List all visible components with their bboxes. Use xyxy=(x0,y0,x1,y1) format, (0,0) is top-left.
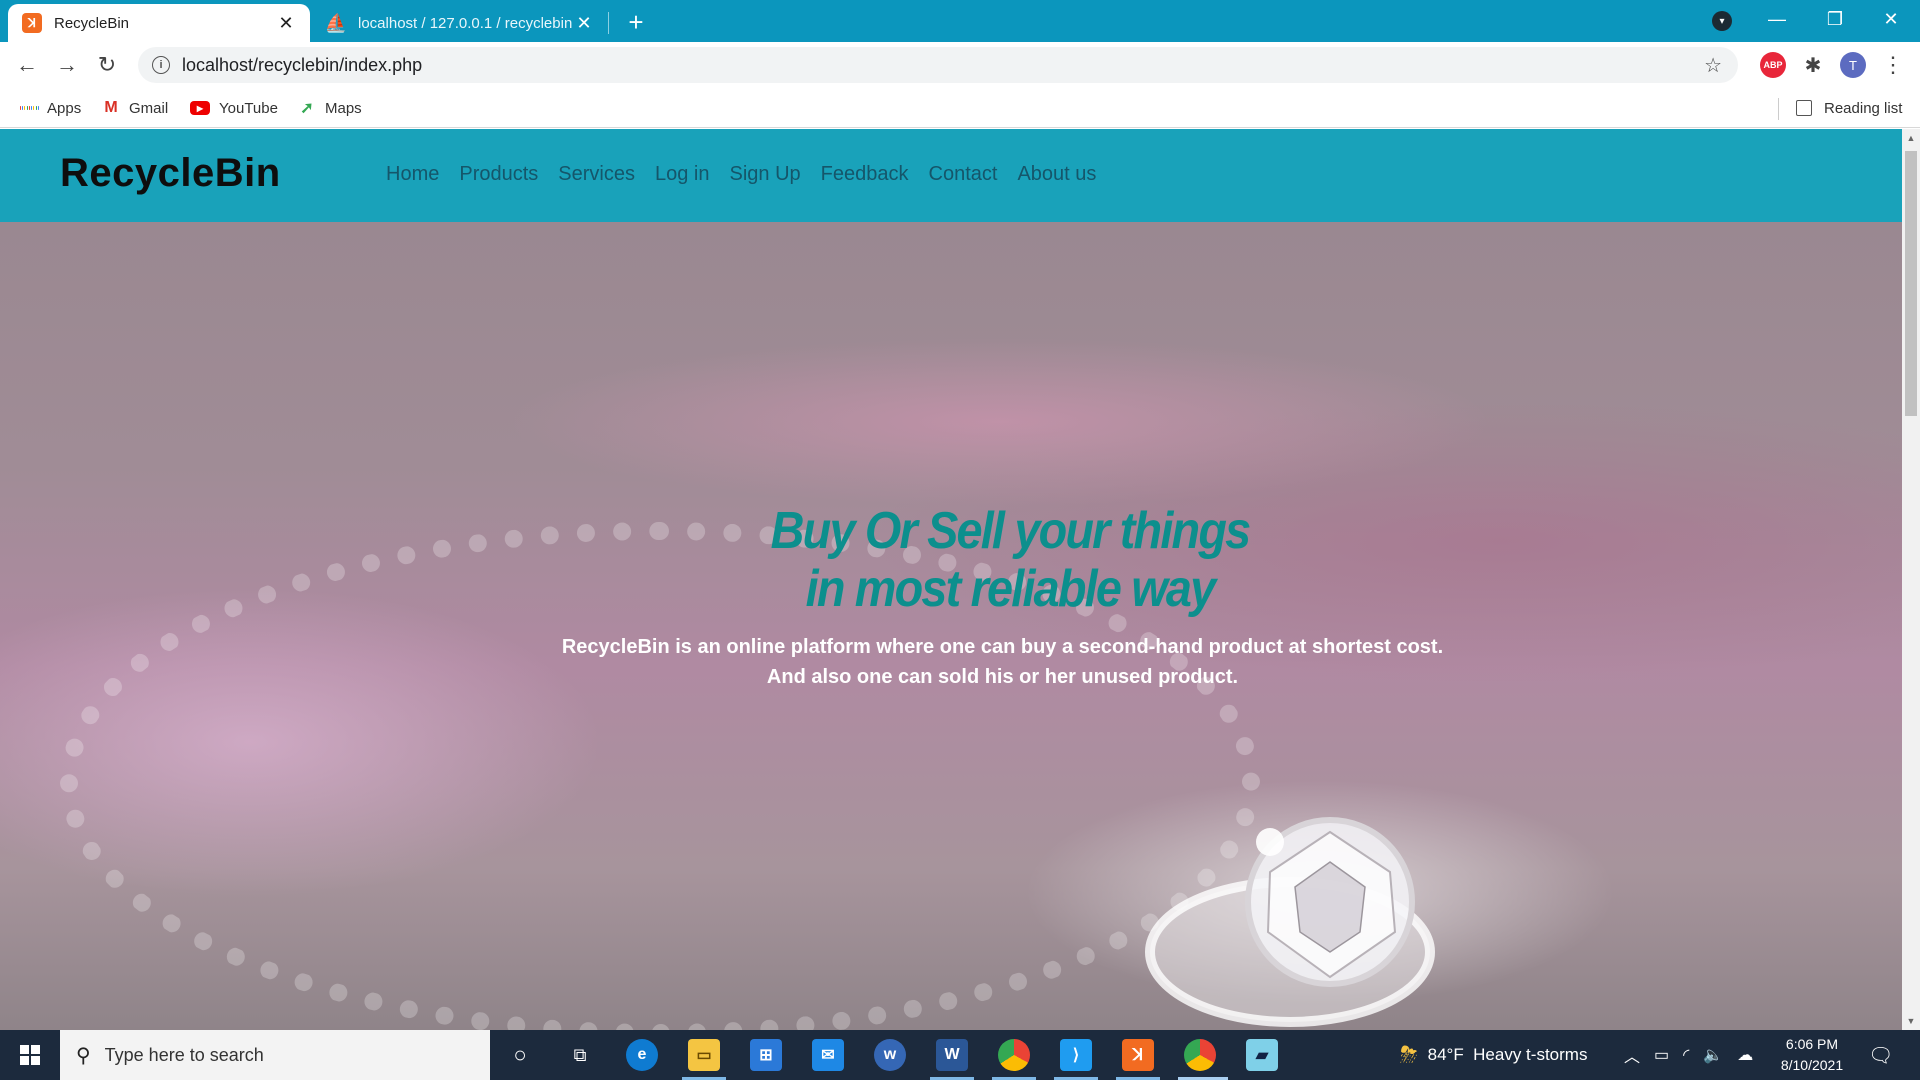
hero-banner: Buy Or Sell your things in most reliable… xyxy=(0,222,1902,1030)
word-icon[interactable]: W xyxy=(936,1039,968,1071)
search-icon: ⚲ xyxy=(76,1044,91,1067)
volume-icon[interactable]: 🔈 xyxy=(1703,1045,1723,1065)
tab-phpmyadmin[interactable]: ⛵ localhost / 127.0.0.1 / recyclebin ✕ xyxy=(312,4,608,42)
address-bar[interactable]: i localhost/recyclebin/index.php ☆ xyxy=(138,47,1738,83)
store-icon[interactable]: ⊞ xyxy=(750,1039,782,1071)
scroll-down-arrow-icon[interactable]: ▼ xyxy=(1902,1014,1920,1028)
new-tab-button[interactable]: + xyxy=(622,7,650,37)
bookmark-label: Maps xyxy=(325,99,362,117)
browser-toolbar: ← → ↻ i localhost/recyclebin/index.php ☆… xyxy=(0,42,1920,88)
hero-title: Buy Or Sell your things in most reliable… xyxy=(605,502,1415,618)
close-tab-icon[interactable]: ✕ xyxy=(574,13,594,33)
forward-button[interactable]: → xyxy=(52,50,82,80)
minimize-button[interactable]: — xyxy=(1748,0,1806,38)
gmail-icon: M xyxy=(104,99,118,116)
clock-date: 8/10/2021 xyxy=(1780,1057,1844,1073)
windows-logo-icon xyxy=(20,1045,40,1065)
bookmarks-divider xyxy=(1778,98,1779,120)
task-view-icon[interactable]: ⧉ xyxy=(564,1039,596,1071)
start-button[interactable] xyxy=(0,1030,60,1080)
hero-title-line2: in most reliable way xyxy=(805,560,1217,618)
scroll-up-arrow-icon[interactable]: ▲ xyxy=(1902,131,1920,145)
tab-separator xyxy=(608,12,609,34)
show-hidden-icons-icon[interactable]: ︿ xyxy=(1624,1043,1640,1067)
nav-link-services[interactable]: Services xyxy=(558,163,635,186)
bookmark-apps[interactable]: Apps xyxy=(20,96,81,120)
weather-widget[interactable]: ⛈ 84°F Heavy t-storms xyxy=(1400,1030,1587,1080)
system-tray: ︿ ▭ ◜ 🔈 ☁ xyxy=(1624,1030,1753,1080)
windows-taskbar: ⚲ Type here to search ○ ⧉ e ▭ ⊞ ✉ w W ⟩ … xyxy=(0,1030,1920,1080)
profile-avatar[interactable]: T xyxy=(1840,52,1866,78)
clock-time: 6:06 PM xyxy=(1785,1036,1839,1052)
taskbar-search-box[interactable]: ⚲ Type here to search xyxy=(60,1030,490,1080)
nav-link-feedback[interactable]: Feedback xyxy=(821,163,909,186)
xampp-icon: ꓘ xyxy=(22,13,42,33)
nav-link-about[interactable]: About us xyxy=(1017,163,1096,186)
bookmark-label: Apps xyxy=(47,99,82,117)
back-button[interactable]: ← xyxy=(12,50,42,80)
nav-link-products[interactable]: Products xyxy=(459,163,538,186)
wordweb-icon[interactable]: w xyxy=(874,1039,906,1071)
hero-title-line1: Buy Or Sell your things xyxy=(770,502,1251,560)
diamond-ring-image xyxy=(1145,817,1435,1027)
site-brand-logo[interactable]: RecycleBin xyxy=(60,151,281,196)
phpmyadmin-icon: ⛵ xyxy=(324,12,348,33)
url-text: localhost/recyclebin/index.php xyxy=(182,54,423,75)
bookmark-maps[interactable]: ➚ Maps xyxy=(298,96,362,120)
edge-icon[interactable]: e xyxy=(626,1039,658,1071)
hero-description: RecycleBin is an online platform where o… xyxy=(561,636,1444,688)
search-placeholder: Type here to search xyxy=(104,1044,264,1065)
extensions-icon[interactable]: ✱ xyxy=(1800,52,1826,78)
bookmark-star-icon[interactable]: ☆ xyxy=(1704,53,1722,78)
notepad-icon[interactable]: ▰ xyxy=(1246,1039,1278,1071)
apps-grid-icon xyxy=(20,99,38,117)
bookmark-youtube[interactable]: ▶ YouTube xyxy=(190,96,278,120)
tab-search-button[interactable]: ▾ xyxy=(1712,11,1732,31)
main-nav: Home Products Services Log in Sign Up Fe… xyxy=(386,163,1096,186)
chrome-icon[interactable] xyxy=(998,1039,1030,1071)
bookmark-label: Gmail xyxy=(129,99,169,117)
bookmark-gmail[interactable]: M Gmail xyxy=(102,96,168,120)
page-scrollbar[interactable]: ▲ ▼ xyxy=(1902,129,1920,1030)
profile-initial: T xyxy=(1849,57,1857,73)
maps-icon: ➚ xyxy=(300,100,314,117)
cortana-icon[interactable]: ○ xyxy=(504,1039,536,1071)
reading-list-icon xyxy=(1796,100,1812,116)
file-explorer-icon[interactable]: ▭ xyxy=(688,1039,720,1071)
nav-link-login[interactable]: Log in xyxy=(655,163,710,186)
onedrive-icon[interactable]: ☁ xyxy=(1737,1045,1753,1065)
browser-tab-strip: ꓘ RecycleBin ✕ ⛵ localhost / 127.0.0.1 /… xyxy=(0,0,1920,42)
nav-link-signup[interactable]: Sign Up xyxy=(730,163,801,186)
chrome-profile-icon[interactable] xyxy=(1184,1039,1216,1071)
tab-title: localhost / 127.0.0.1 / recyclebin xyxy=(358,14,573,32)
nav-link-home[interactable]: Home xyxy=(386,163,439,186)
reading-list-button[interactable]: Reading list xyxy=(1796,96,1902,120)
notifications-icon[interactable]: 🗨 xyxy=(1868,1030,1893,1080)
site-info-icon[interactable]: i xyxy=(152,56,170,74)
bookmark-label: YouTube xyxy=(219,99,278,117)
nav-link-contact[interactable]: Contact xyxy=(929,163,998,186)
close-window-button[interactable]: ✕ xyxy=(1862,0,1920,38)
vscode-icon[interactable]: ⟩ xyxy=(1060,1039,1092,1071)
abp-label: ABP xyxy=(1763,60,1783,70)
reload-button[interactable]: ↻ xyxy=(92,50,122,80)
scrollbar-thumb[interactable] xyxy=(1905,151,1917,416)
reading-list-label: Reading list xyxy=(1824,99,1903,117)
menu-icon[interactable]: ⋮ xyxy=(1880,52,1906,78)
bookmarks-bar: Apps M Gmail ▶ YouTube ➚ Maps Reading li… xyxy=(0,88,1920,128)
storm-weather-icon: ⛈ xyxy=(1400,1042,1418,1067)
tab-recyclebin[interactable]: ꓘ RecycleBin ✕ xyxy=(8,4,310,42)
adblock-plus-icon[interactable]: ABP xyxy=(1760,52,1786,78)
tab-title: RecycleBin xyxy=(54,14,130,32)
site-navbar: RecycleBin Home Products Services Log in… xyxy=(0,129,1902,222)
weather-text: 84°F Heavy t-storms xyxy=(1427,1045,1588,1064)
mail-icon[interactable]: ✉ xyxy=(812,1039,844,1071)
taskbar-clock[interactable]: 6:06 PM 8/10/2021 xyxy=(1766,1034,1858,1076)
restore-button[interactable]: ❐ xyxy=(1806,0,1864,38)
youtube-icon: ▶ xyxy=(190,101,210,115)
battery-icon[interactable]: ▭ xyxy=(1654,1045,1669,1065)
wifi-icon[interactable]: ◜ xyxy=(1683,1045,1689,1065)
close-tab-icon[interactable]: ✕ xyxy=(276,13,296,33)
xampp-icon[interactable]: ꓘ xyxy=(1122,1039,1154,1071)
